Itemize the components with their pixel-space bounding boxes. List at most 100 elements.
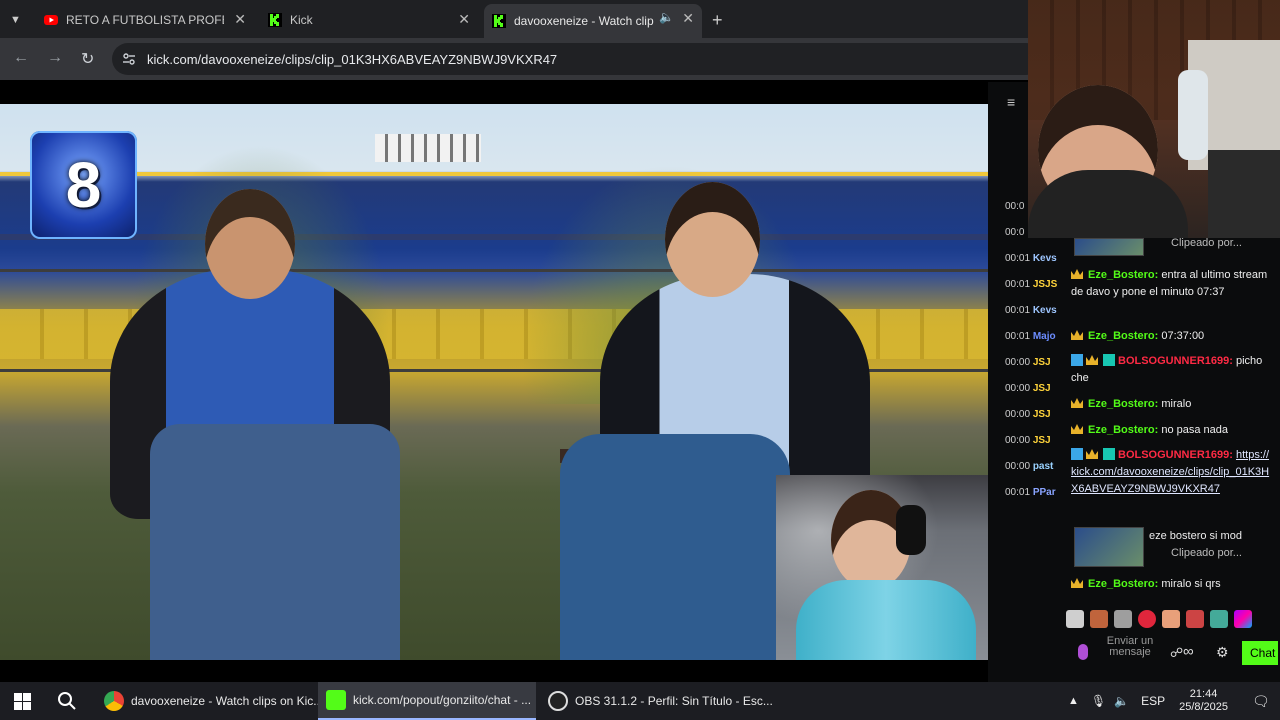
emote-icon[interactable]: [1234, 610, 1252, 628]
chat-message: Eze_Bostero: miralo si qrs: [1071, 576, 1271, 593]
clip-thumbnail[interactable]: [1074, 527, 1144, 567]
browser-tab-bar: ▼ RETO A FUTBOLISTA PROFESIO ✕ Kick ✕ da…: [0, 0, 1028, 38]
crown-badge-icon: [1086, 449, 1098, 459]
chat-username[interactable]: Eze_Bostero:: [1088, 330, 1158, 342]
chat-timestamp: 00:0: [1005, 227, 1025, 238]
tab-youtube[interactable]: RETO A FUTBOLISTA PROFESIO ✕: [44, 6, 254, 34]
taskbar-item-label: davooxeneize - Watch clips on Kic...: [131, 694, 324, 708]
kick-icon: [326, 690, 346, 710]
chat-message: Eze_Bostero: 07:37:00: [1071, 328, 1271, 345]
chat-username[interactable]: Eze_Bostero:: [1088, 578, 1158, 590]
tab-close-icon[interactable]: ✕: [682, 10, 694, 27]
taskbar-item-label: OBS 31.1.2 - Perfil: Sin Título - Esc...: [575, 694, 773, 708]
settings-gear-icon[interactable]: ⚙: [1216, 644, 1229, 661]
windows-start-icon[interactable]: [14, 693, 31, 710]
chat-timestamp: 00:01 Majo: [1005, 331, 1056, 342]
chat-username[interactable]: Eze_Bostero:: [1088, 398, 1158, 410]
taskbar-item-kick-popout[interactable]: kick.com/popout/gonziito/chat - ...: [318, 682, 536, 720]
taskbar-item-obs[interactable]: OBS 31.1.2 - Perfil: Sin Título - Esc...: [540, 682, 773, 720]
person-right-head: [665, 182, 760, 297]
chat-timestamp: 00:0: [1005, 201, 1025, 212]
chat-timestamp: 00:00 JSJ: [1005, 383, 1051, 394]
emote-icon[interactable]: [1210, 610, 1228, 628]
tab-title: davooxeneize - Watch clips: [514, 14, 654, 28]
chat-username[interactable]: Eze_Bostero:: [1088, 424, 1158, 436]
send-chat-button[interactable]: Chat: [1242, 641, 1278, 665]
forward-arrow-icon[interactable]: →: [47, 49, 63, 67]
back-arrow-icon[interactable]: ←: [13, 49, 29, 67]
chat-timestamp: 00:01 PPar: [1005, 487, 1056, 498]
reload-icon[interactable]: ↻: [81, 49, 94, 69]
volume-icon[interactable]: 🔈: [1114, 694, 1129, 708]
infinity-icon[interactable]: ∞: [1183, 643, 1194, 660]
chat-timestamp: 00:00 JSJ: [1005, 357, 1051, 368]
clip-subtitle: Clipeado por...: [1171, 547, 1242, 559]
microphone-icon[interactable]: 🎙: [1091, 694, 1106, 708]
verified-badge-icon: [1071, 448, 1083, 460]
tab-close-icon[interactable]: ✕: [458, 11, 470, 28]
taskbar-item-label: kick.com/popout/gonziito/chat - ...: [353, 693, 532, 707]
crown-badge-icon: [1086, 355, 1098, 365]
clip-title[interactable]: eze bostero si mod: [1149, 530, 1242, 542]
browser-toolbar: ← → ↻ kick.com/davooxeneize/clips/clip_0…: [0, 38, 1042, 80]
subscriber-badge-icon: [1103, 448, 1115, 460]
verified-badge-icon: [1071, 354, 1083, 366]
speaker-icon[interactable]: 🔈: [659, 10, 674, 24]
chat-message-input[interactable]: Enviar un mensaje: [1098, 636, 1162, 670]
system-tray: ▲ 🎙 🔈 ESP 21:44 25/8/2025 🗨: [1068, 682, 1270, 720]
chat-timestamp: 00:01 Kevs: [1005, 253, 1057, 264]
clip-thumbnail[interactable]: [1074, 238, 1144, 256]
streamer-webcam-overlay: [776, 475, 988, 660]
tab-title: RETO A FUTBOLISTA PROFESIO: [66, 13, 224, 27]
url-text: kick.com/davooxeneize/clips/clip_01K3HX6…: [147, 51, 558, 67]
chrome-icon: [104, 691, 124, 711]
person-right-legs: [560, 434, 790, 660]
youtube-icon: [44, 15, 58, 25]
clip-subtitle: Clipeado por...: [1171, 237, 1242, 249]
chat-message: Eze_Bostero: no pasa nada: [1071, 422, 1271, 439]
channel-logo: 8: [30, 131, 137, 239]
logo-number: 8: [65, 149, 102, 221]
emote-icon[interactable]: [1114, 610, 1132, 628]
collapse-chat-icon[interactable]: ≡: [1007, 94, 1015, 110]
new-tab-button[interactable]: +: [712, 6, 723, 34]
search-icon[interactable]: [57, 691, 77, 711]
obs-icon: [548, 691, 568, 711]
chat-timestamp: 00:00 past: [1005, 461, 1054, 472]
chat-text: miralo: [1161, 398, 1192, 410]
language-indicator[interactable]: ESP: [1141, 694, 1165, 708]
chat-username[interactable]: Eze_Bostero:: [1088, 269, 1158, 281]
chat-message: BOLSOGUNNER1699: picho che: [1071, 353, 1271, 387]
site-settings-icon[interactable]: [122, 52, 136, 66]
chat-text: miralo si qrs: [1161, 578, 1221, 590]
chat-timestamp: 00:00 JSJ: [1005, 409, 1051, 420]
emote-icon[interactable]: [1066, 610, 1084, 628]
chat-timestamp: 00:01 Kevs: [1005, 305, 1057, 316]
person-left-legs: [150, 424, 400, 660]
emote-icon[interactable]: [1186, 610, 1204, 628]
chat-username[interactable]: BOLSOGUNNER1699:: [1118, 355, 1233, 367]
tab-davooxeneize-clips[interactable]: davooxeneize - Watch clips 🔈 ✕: [484, 4, 702, 38]
tab-search-button[interactable]: ▼: [10, 6, 21, 34]
chat-message: Eze_Bostero: entra al ultimo stream de d…: [1071, 267, 1271, 301]
chat-username[interactable]: BOLSOGUNNER1699:: [1118, 449, 1233, 461]
chevron-up-icon[interactable]: ▲: [1068, 695, 1079, 707]
emote-icon[interactable]: [1162, 610, 1180, 628]
emote-icon[interactable]: [1090, 610, 1108, 628]
streamer-webcam: [1028, 0, 1280, 238]
notification-icon[interactable]: 🗨: [1252, 693, 1270, 710]
plus-icon: +: [712, 9, 723, 30]
tab-kick[interactable]: Kick ✕: [268, 6, 478, 34]
chat-input-placeholder: Enviar un mensaje: [1106, 635, 1154, 658]
clock[interactable]: 21:44 25/8/2025: [1179, 688, 1228, 714]
address-bar[interactable]: kick.com/davooxeneize/clips/clip_01K3HX6…: [112, 43, 1042, 75]
clock-time: 21:44: [1189, 688, 1218, 700]
share-icon[interactable]: ☍: [1170, 645, 1183, 661]
stadium-lights: [375, 134, 481, 162]
microphone-icon[interactable]: [1078, 644, 1088, 660]
emote-icon[interactable]: [1138, 610, 1156, 628]
tab-close-icon[interactable]: ✕: [234, 11, 246, 28]
crown-badge-icon: [1071, 330, 1083, 340]
chat-timestamp: 00:01 JSJS: [1005, 279, 1058, 290]
taskbar-item-chrome[interactable]: davooxeneize - Watch clips on Kic...: [96, 682, 323, 720]
